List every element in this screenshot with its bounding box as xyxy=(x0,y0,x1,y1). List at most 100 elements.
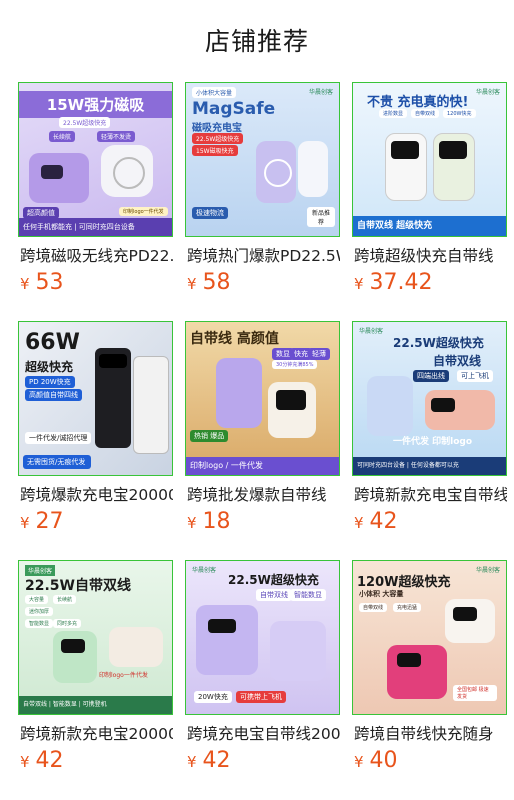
product-card[interactable]: 自带线 高颜值 数显 快充 轻薄 30分钟充满85% 热销 爆品 印制logo … xyxy=(185,321,340,560)
image-chip: 自带双线 xyxy=(411,109,440,118)
image-headline: 不贵 充电真的快! xyxy=(367,95,469,110)
product-card[interactable]: 华晨创客 120W超级快充 小体积 大容量 自带双线 充电迅猛 全国包邮 极速发… xyxy=(352,560,507,799)
product-name[interactable]: 跨境批发爆款自带线 xyxy=(187,483,340,505)
image-headline: 22.5W自带双线 xyxy=(25,578,131,594)
image-chip: 22.5W超级快充 xyxy=(192,133,244,144)
image-footer: 自带双线 超级快充 xyxy=(353,216,506,236)
price-value: 40 xyxy=(369,748,398,773)
image-chip: 同时多充 xyxy=(53,619,82,628)
image-headline: 22.5W超级快充 xyxy=(228,573,319,587)
image-footer: 全国包邮 极速发货 xyxy=(453,685,497,701)
power-bank-illustration xyxy=(270,621,326,681)
product-name[interactable]: 跨境充电宝自带线20000 xyxy=(187,722,340,744)
product-name[interactable]: 跨境新款充电宝自带线 xyxy=(354,483,507,505)
product-card[interactable]: 华晨创客 22.5W超级快充 自带双线 四端出线 可上飞机 一件代发 印制log… xyxy=(352,321,507,560)
price-value: 53 xyxy=(35,270,64,295)
image-chip: 迷你加厚 xyxy=(25,607,54,616)
power-bank-screen xyxy=(391,141,419,159)
image-subtitle: 超级快充 xyxy=(25,360,74,374)
image-chip: 轻薄 xyxy=(308,348,330,360)
product-image[interactable]: 华晨创客 小体积大容量 MagSafe 磁吸充电宝 22.5W超级快充 15W磁… xyxy=(185,82,340,237)
product-grid: 15W强力磁吸 22.5W超级快充 长续航 轻薄不发烫 超高颜值 印制logo一… xyxy=(18,82,507,799)
power-bank-illustration xyxy=(196,605,258,675)
power-bank-illustration xyxy=(109,627,163,667)
product-card[interactable]: 15W强力磁吸 22.5W超级快充 长续航 轻薄不发烫 超高颜值 印制logo一… xyxy=(18,82,173,321)
charger-ring xyxy=(113,157,145,189)
product-image[interactable]: 华晨创客 22.5W超级快充 自带双线 四端出线 可上飞机 一件代发 印制log… xyxy=(352,321,507,476)
price-value: 27 xyxy=(35,509,64,534)
page-title: 店铺推荐 xyxy=(204,27,309,56)
image-corner-text: 华晨创客 xyxy=(475,567,500,574)
product-image[interactable]: 自带线 高颜值 数显 快充 轻薄 30分钟充满85% 热销 爆品 印制logo … xyxy=(185,321,340,476)
image-chip: PD 20W快充 xyxy=(25,376,75,388)
image-footer: 印制logo / 一件代发 xyxy=(186,457,339,475)
price-value: 37.42 xyxy=(369,270,433,295)
power-bank-screen xyxy=(41,165,63,179)
product-card[interactable]: 华晨创客 22.5W自带双线 大容量 长续航 迷你加厚 智能数显 同时多充 印制… xyxy=(18,560,173,799)
product-price: ¥42 xyxy=(354,509,398,534)
image-chip: 小体积大容量 xyxy=(192,87,237,98)
image-subtitle: 自带双线 xyxy=(433,354,482,368)
product-image[interactable]: 华晨创客 22.5W自带双线 大容量 长续航 迷你加厚 智能数显 同时多充 印制… xyxy=(18,560,173,715)
power-bank-illustration xyxy=(216,358,262,428)
image-chip: 一件代发/诚招代理 xyxy=(25,432,92,444)
image-chip: 30分钟充满85% xyxy=(272,360,318,369)
product-card[interactable]: 66W 超级快充 PD 20W快充 高颜值自带四线 一件代发/诚招代理 无需囤货… xyxy=(18,321,173,560)
image-chip: 自带双线 xyxy=(256,589,292,601)
image-subtitle: 磁吸充电宝 xyxy=(192,123,242,134)
product-price: ¥42 xyxy=(20,748,64,773)
power-bank-screen xyxy=(453,607,477,621)
product-name[interactable]: 跨境新款充电宝20000 xyxy=(20,722,173,744)
product-image[interactable]: 66W 超级快充 PD 20W快充 高颜值自带四线 一件代发/诚招代理 无需囤货… xyxy=(18,321,173,476)
price-currency: ¥ xyxy=(354,514,364,532)
product-price: ¥53 xyxy=(20,270,64,295)
image-chip: 智能数显 xyxy=(290,589,326,601)
power-bank-illustration xyxy=(133,356,169,454)
product-price: ¥18 xyxy=(187,509,231,534)
power-bank-screen xyxy=(431,398,455,412)
power-bank-screen xyxy=(61,639,85,653)
product-name[interactable]: 跨境爆款充电宝20000 xyxy=(20,483,173,505)
power-bank-illustration xyxy=(298,141,328,197)
price-currency: ¥ xyxy=(187,275,197,293)
product-name[interactable]: 跨境热门爆款PD22.5W xyxy=(187,244,340,266)
image-headline: 自带线 高颜值 xyxy=(190,331,279,347)
image-headline: MagSafe xyxy=(192,99,276,119)
image-footer: 20W快充 xyxy=(194,691,232,703)
charger-ring xyxy=(264,159,292,187)
image-corner-text: 华晨创客 xyxy=(359,328,384,335)
power-bank-screen xyxy=(439,141,467,159)
image-chip: 高颜值自带四线 xyxy=(25,389,82,401)
product-image[interactable]: 华晨创客 120W超级快充 小体积 大容量 自带双线 充电迅猛 全国包邮 极速发… xyxy=(352,560,507,715)
image-chip: 可上飞机 xyxy=(457,370,493,382)
price-value: 42 xyxy=(35,748,64,773)
image-footer: 任何手机都能充 | 可同时充四台设备 xyxy=(19,218,172,236)
image-chip: 大容量 xyxy=(25,595,49,604)
product-price: ¥58 xyxy=(187,270,231,295)
price-currency: ¥ xyxy=(354,753,364,771)
product-image[interactable]: 华晨创客 不贵 充电真的快! 进阶数显 自带双线 120W快充 自带双线 超级快… xyxy=(352,82,507,237)
image-headline: 15W强力磁吸 xyxy=(19,91,172,118)
product-card[interactable]: 华晨创客 22.5W超级快充 自带双线 智能数显 20W快充 可携带上飞机 跨境… xyxy=(185,560,340,799)
price-value: 42 xyxy=(202,748,231,773)
product-name[interactable]: 跨境磁吸无线充PD22.5W xyxy=(20,244,173,266)
product-card[interactable]: 华晨创客 不贵 充电真的快! 进阶数显 自带双线 120W快充 自带双线 超级快… xyxy=(352,82,507,321)
image-chip: 热销 爆品 xyxy=(190,430,229,442)
product-image[interactable]: 15W强力磁吸 22.5W超级快充 长续航 轻薄不发烫 超高颜值 印制logo一… xyxy=(18,82,173,237)
image-logo: 印制logo一件代发 xyxy=(119,207,168,216)
image-corner-text: 华晨创客 xyxy=(475,89,500,96)
power-bank-screen xyxy=(208,619,236,633)
image-footer: 无需囤货/无痕代发 xyxy=(23,455,91,469)
product-card[interactable]: 华晨创客 小体积大容量 MagSafe 磁吸充电宝 22.5W超级快充 15W磁… xyxy=(185,82,340,321)
image-chip: 120W快充 xyxy=(443,109,476,118)
product-name[interactable]: 跨境超级快充自带线 xyxy=(354,244,507,266)
image-chip: 长续航 xyxy=(53,595,77,604)
image-corner-text: 华晨创客 xyxy=(308,89,333,96)
image-chip: 可携带上飞机 xyxy=(236,691,286,703)
image-footer: 可同时充四台设备 | 任何设备都可以充 xyxy=(353,457,506,475)
power-bank-screen xyxy=(276,390,306,410)
image-chip: 智能数显 xyxy=(25,619,54,628)
price-currency: ¥ xyxy=(20,275,30,293)
product-image[interactable]: 华晨创客 22.5W超级快充 自带双线 智能数显 20W快充 可携带上飞机 xyxy=(185,560,340,715)
product-name[interactable]: 跨境自带线快充随身 xyxy=(354,722,507,744)
